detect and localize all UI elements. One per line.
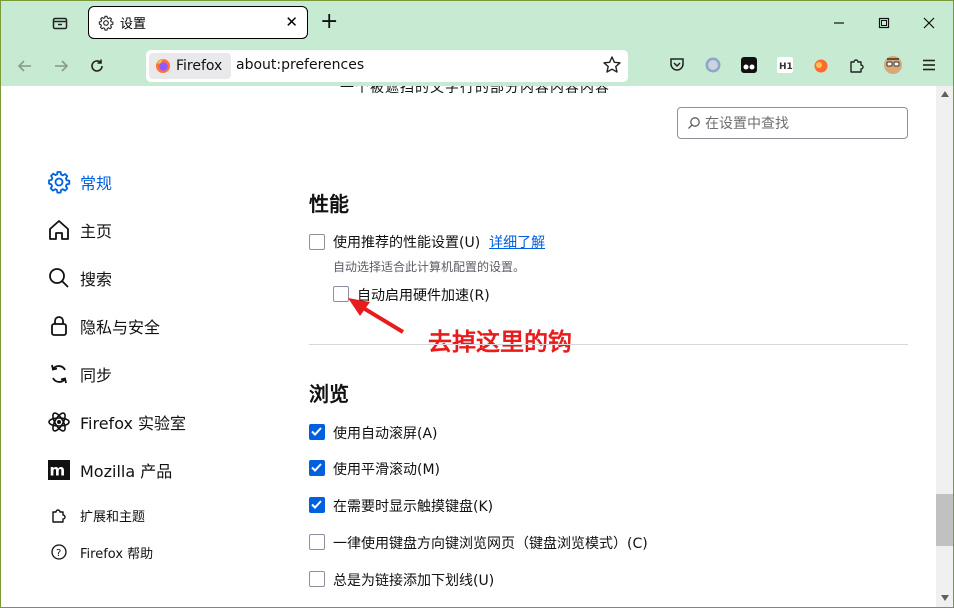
extension-tampermonkey-icon[interactable] (738, 54, 760, 76)
sidebar-item-home[interactable]: 主页 (46, 217, 112, 243)
underline-links-checkbox[interactable] (309, 571, 325, 587)
sidebar-item-label: Mozilla 产品 (80, 462, 173, 481)
preferences-content: 一个被遮挡的文字行的部分内容内容内容 在设置中查找 常规 主页 搜索 隐私与安全 (0, 86, 954, 608)
svg-text:H1: H1 (779, 62, 793, 72)
sidebar-footer-label: Firefox 帮助 (80, 546, 154, 562)
gear-icon (46, 169, 72, 195)
menu-hamburger-icon[interactable] (918, 54, 940, 76)
puzzle-icon (48, 504, 70, 526)
account-avatar-icon[interactable] (882, 54, 904, 76)
window-close-icon[interactable] (914, 10, 944, 36)
sidebar-item-sync[interactable]: 同步 (46, 361, 112, 387)
settings-search-input[interactable]: 在设置中查找 (677, 107, 908, 139)
extension-h1-icon[interactable]: H1 (774, 54, 796, 76)
home-icon (46, 217, 72, 243)
smooth-scroll-label[interactable]: 使用平滑滚动(M) (333, 459, 440, 479)
touch-keyboard-label[interactable]: 在需要时显示触摸键盘(K) (333, 496, 493, 516)
identity-box[interactable]: Firefox (149, 53, 231, 79)
sidebar-item-label: 同步 (80, 366, 113, 385)
autoscroll-label[interactable]: 使用自动滚屏(A) (333, 423, 438, 443)
partial-hidden-text: 一个被遮挡的文字行的部分内容内容内容 (340, 86, 610, 96)
scroll-down-icon[interactable] (940, 594, 950, 602)
sidebar-item-label: 隐私与安全 (80, 318, 161, 337)
learn-more-link[interactable]: 详细了解 (489, 235, 545, 251)
svg-text:m: m (50, 462, 66, 480)
sidebar-item-mozilla-products[interactable]: m Mozilla 产品 (46, 457, 172, 483)
scroll-up-icon[interactable] (940, 90, 950, 98)
sync-icon (46, 361, 72, 387)
search-placeholder: 在设置中查找 (705, 116, 789, 132)
sidebar-item-privacy[interactable]: 隐私与安全 (46, 313, 160, 339)
lock-icon (46, 313, 72, 339)
underline-links-label[interactable]: 总是为链接添加下划线(U) (333, 570, 494, 590)
sidebar-item-label: 主页 (80, 222, 113, 241)
sidebar-footer-help[interactable]: ? Firefox 帮助 (48, 541, 153, 563)
bookmark-star-icon[interactable] (602, 55, 622, 79)
gear-icon (98, 15, 114, 31)
annotation-arrow (348, 298, 405, 334)
autoscroll-checkbox[interactable] (309, 424, 325, 440)
sidebar-item-label: 搜索 (80, 270, 113, 289)
extension-orange-icon[interactable] (810, 54, 832, 76)
recommended-performance-checkbox[interactable] (309, 234, 325, 250)
tab-settings[interactable]: 设置 ✕ (88, 6, 308, 39)
search-icon (46, 265, 72, 291)
pocket-icon[interactable] (666, 54, 688, 76)
recommended-performance-desc: 自动选择适合此计算机配置的设置。 (333, 260, 526, 274)
sidebar-item-label: 常规 (80, 174, 113, 193)
atom-icon (46, 409, 72, 435)
back-icon[interactable] (12, 54, 38, 78)
caret-browsing-label[interactable]: 一律使用键盘方向键浏览网页（键盘浏览模式）(C) (333, 533, 648, 553)
nav-toolbar: Firefox about:preferences H1 (0, 46, 954, 86)
sidebar-item-label: Firefox 实验室 (80, 414, 187, 433)
caret-browsing-checkbox[interactable] (309, 534, 325, 550)
new-tab-button[interactable]: + (320, 11, 338, 33)
maximize-icon[interactable] (869, 10, 899, 36)
performance-heading: 性能 (309, 192, 349, 216)
tab-title: 设置 (120, 17, 147, 32)
help-icon: ? (48, 541, 70, 563)
recommended-performance-label[interactable]: 使用推荐的性能设置(U) 详细了解 (333, 232, 545, 252)
reload-icon[interactable] (84, 54, 110, 78)
section-divider (309, 344, 908, 345)
title-bar: 设置 ✕ + (0, 0, 954, 46)
close-icon[interactable]: ✕ (285, 14, 298, 30)
sidebar-item-search[interactable]: 搜索 (46, 265, 112, 291)
extension-circle-icon[interactable] (702, 54, 724, 76)
extensions-puzzle-icon[interactable] (846, 54, 868, 76)
sidebar-footer-extensions[interactable]: 扩展和主题 (48, 504, 145, 526)
svg-text:?: ? (56, 548, 61, 559)
search-icon (687, 116, 701, 130)
scrollbar-thumb[interactable] (936, 494, 954, 546)
smooth-scroll-checkbox[interactable] (309, 460, 325, 476)
tab-list-icon[interactable] (46, 10, 74, 36)
sidebar-item-general[interactable]: 常规 (46, 169, 112, 195)
sidebar-item-firefox-labs[interactable]: Firefox 实验室 (46, 409, 186, 435)
browsing-heading: 浏览 (309, 382, 349, 406)
identity-label: Firefox (176, 58, 223, 74)
sidebar-footer-label: 扩展和主题 (80, 509, 146, 525)
touch-keyboard-checkbox[interactable] (309, 497, 325, 513)
minimize-icon[interactable] (824, 10, 854, 36)
firefox-logo-icon (155, 58, 171, 74)
annotation-text: 去掉这里的钩 (428, 328, 572, 356)
mozilla-logo-icon: m (46, 457, 72, 483)
url-bar[interactable]: Firefox about:preferences (146, 50, 628, 82)
forward-icon[interactable] (48, 54, 74, 78)
url-text[interactable]: about:preferences (236, 57, 364, 73)
